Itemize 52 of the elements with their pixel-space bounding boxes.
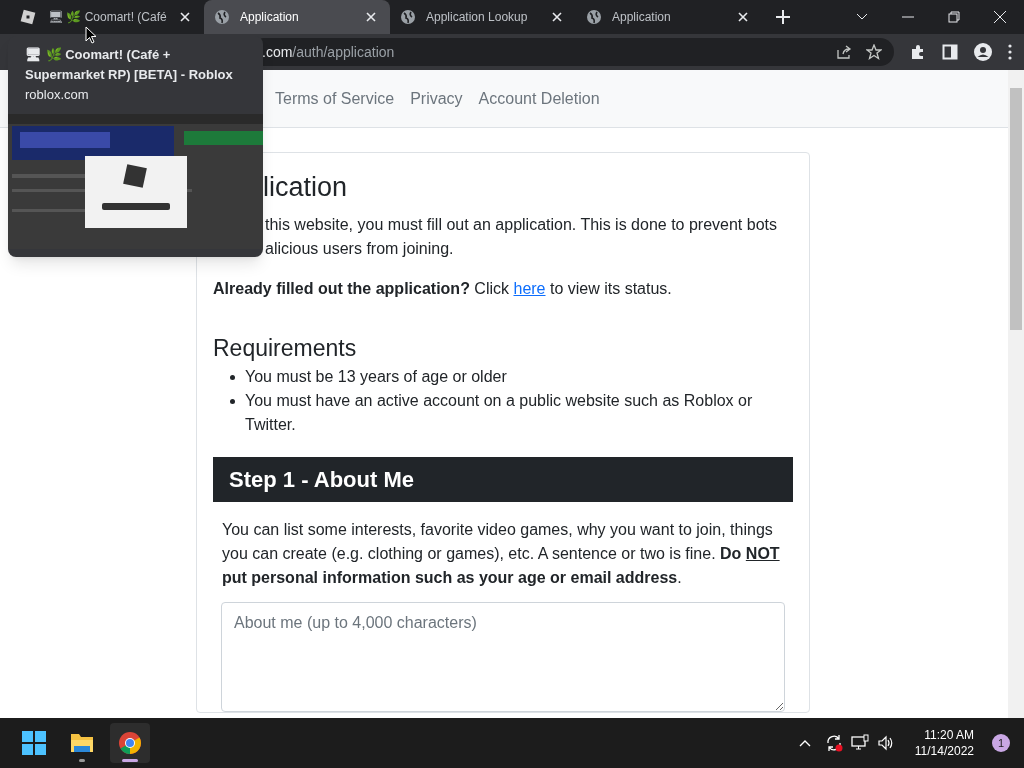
about-me-field[interactable]: About me (up to 4,000 characters) (221, 602, 785, 712)
chevron-up-icon[interactable] (798, 739, 811, 747)
network-icon[interactable] (850, 734, 869, 752)
step-description: You can list some interests, favorite video games, why you want to join, things you can create (e.g. clothing or games), etc. A sentence or two is fine. Do NOT put personal information such as your age or email address. (221, 520, 781, 588)
star-icon[interactable] (866, 44, 882, 60)
menu-icon[interactable] (1008, 44, 1012, 60)
bullet-icon (230, 399, 235, 404)
scrollbar-thumb[interactable] (1010, 88, 1022, 330)
url-text: .com/auth/application (262, 42, 396, 62)
globe-icon (400, 9, 416, 25)
requirement-text: You must have an active account on a public website such as Roblox or Twitter. (245, 391, 754, 435)
time-text: 11:20 AM (924, 727, 974, 743)
browser-icon[interactable] (110, 723, 150, 763)
tab-search-icon[interactable] (856, 13, 868, 21)
date-text: 11/14/2022 (914, 743, 974, 759)
hover-card-domain: roblox.com (24, 86, 90, 104)
browser-tab[interactable]: Application (204, 0, 390, 34)
clock[interactable]: 11:20 AM 11/14/2022 (914, 727, 974, 759)
share-icon[interactable] (836, 44, 852, 60)
requirement-text: You must be 13 years of age or older (245, 367, 508, 387)
notification-badge[interactable]: 1 (992, 734, 1010, 752)
side-panel-icon[interactable] (942, 44, 958, 60)
close-icon[interactable] (366, 12, 376, 22)
nav-link[interactable]: Terms of Service (267, 86, 403, 111)
step-title: Step 1 - About Me (229, 466, 414, 494)
puzzle-icon[interactable] (910, 44, 926, 60)
app-logo-icon (20, 9, 36, 25)
close-icon[interactable] (994, 11, 1006, 23)
restore-icon[interactable] (948, 11, 960, 23)
globe-icon (214, 9, 230, 25)
new-tab-icon[interactable] (776, 10, 790, 24)
close-icon[interactable] (738, 12, 748, 22)
volume-icon[interactable] (876, 734, 895, 752)
tab-title: 🖥 🌿 Coomart! (Café (48, 9, 168, 26)
status-link[interactable]: here (513, 280, 546, 297)
profile-icon[interactable] (974, 43, 992, 61)
tab-title: Application (240, 9, 300, 26)
cursor-icon (85, 26, 97, 44)
status-text: Already filled out the application? Click here to view its status. (213, 279, 673, 299)
sync-icon[interactable] (824, 734, 843, 752)
tab-title: Application Lookup (426, 9, 529, 26)
globe-icon (586, 9, 602, 25)
close-icon[interactable] (180, 12, 190, 22)
intro-text: alicious users from joining. (264, 239, 455, 259)
page-heading: lication (262, 171, 349, 204)
section-heading: Requirements (213, 334, 358, 363)
tab-title: Application (612, 9, 672, 26)
nav-link[interactable]: Account Deletion (470, 86, 608, 111)
bullet-icon (230, 375, 235, 380)
close-icon[interactable] (552, 12, 562, 22)
nav-link[interactable]: Privacy (402, 86, 471, 111)
intro-text: this website, you must fill out an application. This is done to prevent bots (264, 215, 778, 235)
